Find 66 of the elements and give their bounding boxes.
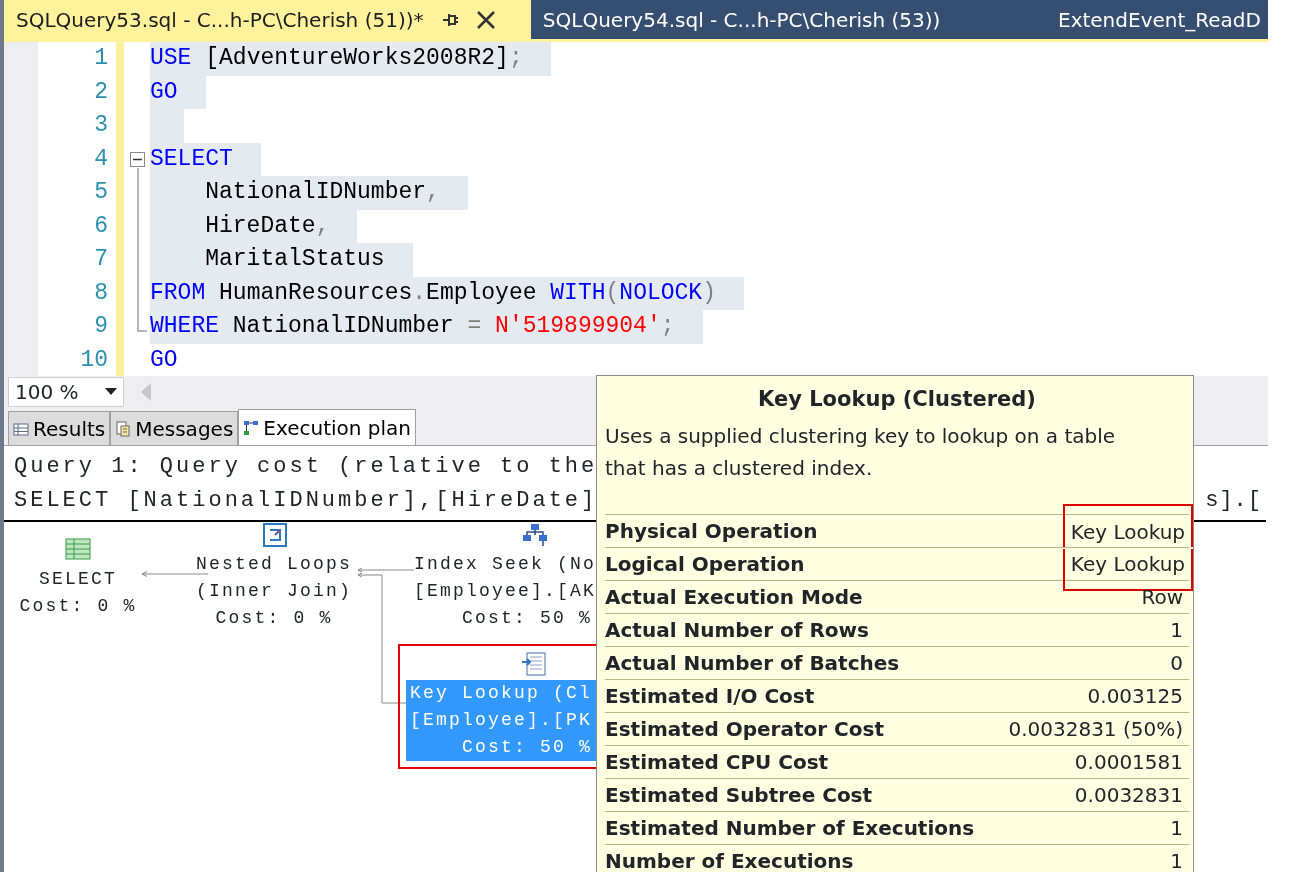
close-icon (475, 9, 496, 30)
node-label: Nested Loops (196, 554, 352, 574)
property-name: Actual Number of Rows (605, 616, 869, 644)
node-label: Cost: 50 % (461, 737, 592, 757)
property-value: 0.0001581 (1073, 748, 1184, 776)
line-number: 5 (93, 178, 108, 207)
node-label: Cost: 0 % (215, 608, 333, 628)
caret-icon (105, 388, 117, 396)
property-name: Estimated Subtree Cost (605, 781, 873, 809)
document-icon (115, 420, 132, 437)
property-name: Actual Number of Batches (605, 649, 900, 677)
plan-icon (243, 419, 260, 436)
operator-icon (522, 652, 548, 676)
property-name: Estimated Operator Cost (605, 715, 884, 743)
grid-icon (13, 420, 29, 437)
property-value: 0.003125 (1086, 682, 1184, 710)
property-name: Actual Execution Mode (605, 583, 863, 611)
result-tab[interactable]: Execution plan (238, 409, 416, 445)
property-name: Physical Operation (605, 517, 818, 545)
line-number: 10 (79, 345, 108, 375)
node-label: [Employee].[PK (410, 710, 593, 730)
line-number: 7 (93, 245, 108, 274)
document-tab[interactable]: SQLQuery53.sql - C...h-PC\Cherish (51))* (4, 0, 531, 39)
operator-icon (261, 523, 287, 547)
property-value: 0.0032831 (1073, 781, 1184, 809)
property-value: 0 (1169, 649, 1184, 677)
operator-icon (522, 523, 548, 547)
line-number: 6 (93, 211, 108, 241)
line-number: 8 (93, 278, 108, 308)
property-value: Key Lookup (1062, 548, 1193, 591)
property-value: 1 (1169, 616, 1184, 644)
code-line: GO (150, 346, 178, 373)
query-text: s].[ (1205, 487, 1262, 515)
query-text: Query 1: Query cost (relative to the (14, 453, 598, 481)
line-number: 9 (93, 312, 108, 341)
property-value: 1 (1169, 814, 1184, 842)
node-label: Cost: 0 % (19, 596, 137, 616)
property-name: Logical Operation (605, 550, 805, 578)
connector-arrow (140, 570, 210, 578)
query-text: SELECT [NationalIDNumber],[HireDate] (14, 487, 598, 515)
document-tab[interactable]: SQLQuery54.sql - C...h-PC\Cherish (53)) (530, 0, 1008, 39)
line-number: 3 (93, 111, 108, 140)
node-label: Index Seek (No (414, 554, 597, 574)
node-label: Cost: 50 % (461, 608, 592, 628)
line-number: 4 (93, 144, 108, 174)
result-tab[interactable]: Messages (110, 411, 239, 445)
node-label: Key Lookup (Cl (410, 683, 593, 703)
property-value: Key Lookup (1062, 503, 1193, 547)
property-value: 0.0032831 (50%) (1007, 715, 1184, 743)
property-name: Number of Executions (605, 847, 854, 872)
node-label: [Employee].[AK (414, 581, 597, 601)
document-tab[interactable]: ExtendEvent_ReadD (1008, 0, 1268, 39)
scroll-left-icon (140, 382, 152, 402)
line-number: 2 (93, 77, 108, 107)
result-tab[interactable]: Results (8, 411, 111, 445)
line-number: 1 (93, 44, 108, 73)
node-label: SELECT (39, 569, 117, 589)
property-name: Estimated CPU Cost (605, 748, 829, 776)
tooltip-title: Key Lookup (Clustered) (757, 386, 1037, 413)
property-name: Estimated I/O Cost (605, 682, 815, 710)
zoom-dropdown[interactable]: 100 % (8, 377, 124, 407)
node-label: (Inner Join) (196, 581, 352, 601)
operator-icon (65, 538, 91, 562)
property-value: 1 (1169, 847, 1184, 872)
property-name: Estimated Number of Executions (605, 814, 975, 842)
tooltip-description: Uses a supplied clustering key to lookup on a table that has a clustered index. (605, 422, 1117, 482)
